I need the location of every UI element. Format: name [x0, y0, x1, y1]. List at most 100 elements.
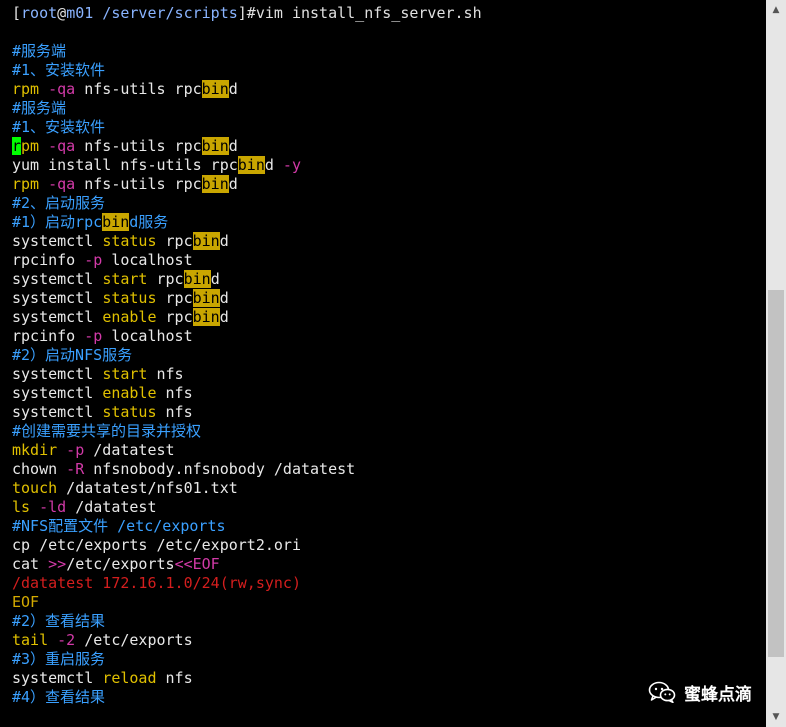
- terminal-line: systemctl enable rpcbind: [12, 308, 229, 327]
- terminal-line: /datatest 172.16.1.0/24(rw,sync): [12, 574, 301, 593]
- terminal-text: /datatest 172.16.1.0/24(rw,sync): [12, 574, 301, 592]
- terminal-text: start: [102, 270, 148, 288]
- scrollbar-thumb[interactable]: [768, 290, 784, 657]
- terminal-text: m01: [66, 4, 94, 22]
- terminal-text: [: [12, 4, 22, 22]
- terminal-text: nfs: [156, 669, 193, 687]
- terminal-text: cp /etc/exports /etc/export2.ori: [12, 536, 301, 554]
- terminal-text: #2、启动服务: [12, 194, 106, 212]
- terminal-text: tail: [12, 631, 49, 649]
- terminal-text: systemctl: [12, 365, 103, 383]
- terminal-text: bin: [192, 308, 220, 326]
- terminal-line: yum install nfs-utils rpcbind -y: [12, 156, 301, 175]
- terminal-text: #服务端: [12, 99, 67, 117]
- terminal-text: bin: [201, 80, 229, 98]
- terminal-line: #2）启动NFS服务: [12, 346, 132, 365]
- terminal-text: nfs-utils rpc: [75, 137, 202, 155]
- terminal-line: rpcinfo -p localhost: [12, 327, 193, 346]
- terminal-text: #4）查看结果: [12, 688, 106, 706]
- terminal-line: chown -R nfsnobody.nfsnobody /datatest: [12, 460, 355, 479]
- scroll-down-icon[interactable]: ▼: [766, 707, 786, 727]
- terminal-text: /datatest/nfs01.txt: [57, 479, 238, 497]
- terminal-text: systemctl: [12, 289, 103, 307]
- terminal-text: EOF: [12, 593, 40, 611]
- terminal-text: >>: [48, 555, 67, 573]
- terminal-text: bin: [102, 213, 130, 231]
- terminal-text: d: [228, 175, 238, 193]
- terminal-line: cat >>/etc/exports<<EOF: [12, 555, 220, 574]
- terminal-text: rpm: [12, 175, 40, 193]
- terminal-text: start: [102, 365, 148, 383]
- terminal-text: status: [102, 403, 157, 421]
- terminal-text: -R: [57, 460, 85, 478]
- terminal-text: d: [228, 137, 238, 155]
- terminal-line: #1、安装软件: [12, 118, 105, 137]
- watermark-label: 蜜蜂点滴: [684, 684, 752, 705]
- terminal-text: #3）重启服务: [12, 650, 106, 668]
- terminal-text: <<EOF: [174, 555, 220, 573]
- terminal-text: nfs-utils rpc: [75, 80, 202, 98]
- terminal-text: #服务端: [12, 42, 67, 60]
- terminal-text: nfs: [156, 403, 193, 421]
- terminal-text: rpc: [156, 289, 193, 307]
- terminal-line: touch /datatest/nfs01.txt: [12, 479, 238, 498]
- terminal-line: cp /etc/exports /etc/export2.ori: [12, 536, 301, 555]
- terminal-text: rpm: [12, 80, 40, 98]
- terminal-line: [root@m01 /server/scripts]#vim install_n…: [12, 4, 482, 23]
- terminal-line: systemctl start rpcbind: [12, 270, 220, 289]
- watermark: 蜜蜂点滴: [648, 680, 752, 705]
- vertical-scrollbar[interactable]: ▲ ▼: [766, 0, 786, 727]
- terminal-text: #创建需要共享的目录并授权: [12, 422, 202, 440]
- terminal-text: nfs-utils rpc: [75, 175, 202, 193]
- terminal-line: mkdir -p /datatest: [12, 441, 175, 460]
- terminal-text: enable: [102, 384, 157, 402]
- scroll-up-icon[interactable]: ▲: [766, 0, 786, 20]
- terminal-line: systemctl reload nfs: [12, 669, 193, 688]
- terminal-text: #NFS配置文件 /etc/exports: [12, 517, 226, 535]
- terminal-text: ls: [12, 498, 31, 516]
- terminal-text: #1、安装软件: [12, 118, 106, 136]
- terminal-text: d: [210, 270, 220, 288]
- terminal-line: systemctl status rpcbind: [12, 232, 229, 251]
- text-cursor: r: [12, 137, 22, 155]
- terminal-text: /server/scripts: [93, 4, 238, 22]
- terminal-text: touch: [12, 479, 58, 497]
- terminal-text: -p: [75, 327, 103, 345]
- terminal-text: reload: [102, 669, 157, 687]
- terminal-text: #2）查看结果: [12, 612, 106, 630]
- terminal-text: cat: [12, 555, 49, 573]
- terminal-line: #4）查看结果: [12, 688, 105, 707]
- terminal-line: rpm -qa nfs-utils rpcbind: [12, 175, 238, 194]
- terminal-text: -p: [75, 251, 103, 269]
- terminal-text: rpc: [156, 232, 193, 250]
- terminal-text: chown: [12, 460, 58, 478]
- terminal-text: status: [102, 232, 157, 250]
- terminal-line: rpm -qa nfs-utils rpcbind: [12, 137, 238, 156]
- terminal-line: systemctl status rpcbind: [12, 289, 229, 308]
- terminal-text: bin: [201, 137, 229, 155]
- terminal-text: ]#vim install_nfs_server.sh: [237, 4, 482, 22]
- terminal-text: /etc/exports: [66, 555, 175, 573]
- terminal-text: @: [57, 4, 67, 22]
- terminal-window[interactable]: [root@m01 /server/scripts]#vim install_n…: [0, 0, 766, 727]
- terminal-text: rpcinfo: [12, 327, 76, 345]
- terminal-text: -2: [48, 631, 76, 649]
- terminal-text: status: [102, 289, 157, 307]
- terminal-text: d: [219, 289, 229, 307]
- terminal-text: nfsnobody.nfsnobody /datatest: [84, 460, 356, 478]
- terminal-text: #2）启动NFS服务: [12, 346, 133, 364]
- terminal-text: -qa: [39, 80, 76, 98]
- terminal-line: #服务端: [12, 99, 66, 118]
- terminal-text: bin: [201, 175, 229, 193]
- terminal-text: d: [219, 232, 229, 250]
- terminal-text: d: [219, 308, 229, 326]
- terminal-text: nfs: [156, 384, 193, 402]
- terminal-text: bin: [237, 156, 265, 174]
- terminal-text: -y: [273, 156, 301, 174]
- terminal-text: /datatest: [84, 441, 175, 459]
- terminal-text: -ld: [30, 498, 67, 516]
- terminal-line: systemctl enable nfs: [12, 384, 193, 403]
- terminal-line: rpm -qa nfs-utils rpcbind: [12, 80, 238, 99]
- terminal-text: bin: [192, 289, 220, 307]
- terminal-line: #2）查看结果: [12, 612, 105, 631]
